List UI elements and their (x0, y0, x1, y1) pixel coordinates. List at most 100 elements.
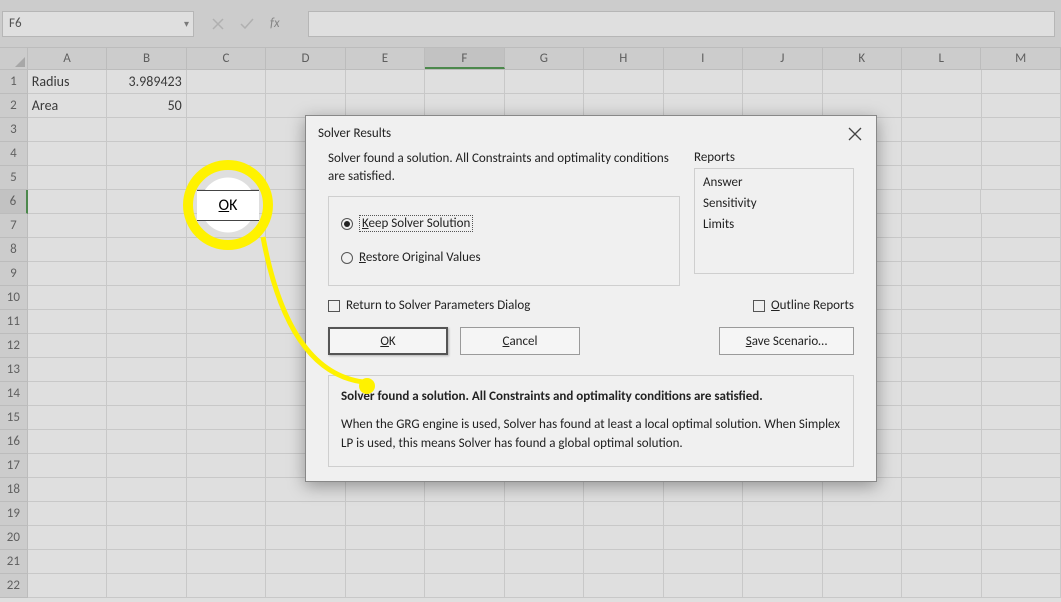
reports-list[interactable]: Answer Sensitivity Limits (694, 168, 854, 274)
cell-A21[interactable] (28, 550, 107, 574)
row-header-9[interactable]: 9 (0, 262, 28, 286)
row-header-18[interactable]: 18 (0, 478, 28, 502)
cell-M15[interactable] (982, 406, 1061, 430)
dialog-titlebar[interactable]: Solver Results (306, 116, 876, 150)
row-header-20[interactable]: 20 (0, 526, 28, 550)
row-header-5[interactable]: 5 (0, 166, 28, 190)
close-button[interactable] (842, 121, 868, 147)
report-sensitivity[interactable]: Sensitivity (703, 194, 845, 215)
cell-L10[interactable] (902, 286, 981, 310)
cell-C11[interactable] (187, 310, 266, 334)
row-header-13[interactable]: 13 (0, 358, 28, 382)
cell-F20[interactable] (425, 526, 504, 550)
cell-C3[interactable] (187, 118, 266, 142)
outline-reports-checkbox[interactable]: Outline Reports (753, 298, 854, 313)
row-header-4[interactable]: 4 (0, 142, 28, 166)
cell-A10[interactable] (28, 286, 107, 310)
cell-J21[interactable] (743, 550, 822, 574)
cell-M7[interactable] (982, 214, 1061, 238)
row-header-21[interactable]: 21 (0, 550, 28, 574)
cell-B20[interactable] (107, 526, 186, 550)
cell-L19[interactable] (902, 502, 981, 526)
cell-I1[interactable] (664, 70, 743, 94)
col-header-J[interactable]: J (743, 48, 822, 69)
cell-L9[interactable] (902, 262, 981, 286)
cell-B14[interactable] (107, 382, 186, 406)
cell-L17[interactable] (902, 454, 981, 478)
cell-M8[interactable] (982, 238, 1061, 262)
accept-formula-icon[interactable] (240, 18, 254, 30)
cell-A14[interactable] (28, 382, 107, 406)
cell-J18[interactable] (743, 478, 822, 502)
cell-A8[interactable] (28, 238, 107, 262)
cell-D19[interactable] (266, 502, 345, 526)
col-header-L[interactable]: L (902, 48, 981, 69)
cell-A20[interactable] (28, 526, 107, 550)
cell-B7[interactable] (107, 214, 186, 238)
row-header-22[interactable]: 22 (0, 574, 28, 598)
cell-B3[interactable] (107, 118, 186, 142)
cell-L3[interactable] (902, 118, 981, 142)
row-header-10[interactable]: 10 (0, 286, 28, 310)
cell-L18[interactable] (902, 478, 981, 502)
cell-C10[interactable] (187, 286, 266, 310)
cell-M12[interactable] (982, 334, 1061, 358)
cell-F22[interactable] (425, 574, 504, 598)
row-header-15[interactable]: 15 (0, 406, 28, 430)
row-header-17[interactable]: 17 (0, 454, 28, 478)
cell-K18[interactable] (823, 478, 902, 502)
cell-B5[interactable] (107, 166, 186, 190)
cell-F1[interactable] (425, 70, 504, 94)
col-header-D[interactable]: D (266, 48, 345, 69)
cell-B18[interactable] (107, 478, 186, 502)
cell-L11[interactable] (902, 310, 981, 334)
cell-L15[interactable] (902, 406, 981, 430)
cell-M14[interactable] (982, 382, 1061, 406)
cell-M5[interactable] (982, 166, 1061, 190)
cell-L5[interactable] (902, 166, 981, 190)
cell-M16[interactable] (982, 430, 1061, 454)
row-header-1[interactable]: 1 (0, 70, 28, 94)
cell-F18[interactable] (425, 478, 504, 502)
cell-J20[interactable] (743, 526, 822, 550)
cell-H20[interactable] (584, 526, 663, 550)
col-header-C[interactable]: C (187, 48, 266, 69)
cell-B8[interactable] (107, 238, 186, 262)
cell-L2[interactable] (902, 94, 981, 118)
cell-M18[interactable] (982, 478, 1061, 502)
cell-M1[interactable] (982, 70, 1061, 94)
cell-B1[interactable]: 3.989423 (107, 70, 186, 94)
cell-B6[interactable] (107, 190, 187, 214)
row-header-12[interactable]: 12 (0, 334, 28, 358)
cell-C1[interactable] (187, 70, 266, 94)
cell-C9[interactable] (187, 262, 266, 286)
cell-H19[interactable] (584, 502, 663, 526)
col-header-F[interactable]: F (425, 48, 504, 69)
cell-B13[interactable] (107, 358, 186, 382)
cell-L12[interactable] (902, 334, 981, 358)
cell-A15[interactable] (28, 406, 107, 430)
cell-G22[interactable] (505, 574, 584, 598)
cell-A5[interactable] (28, 166, 107, 190)
cell-G21[interactable] (505, 550, 584, 574)
cell-L14[interactable] (902, 382, 981, 406)
cell-L21[interactable] (902, 550, 981, 574)
row-header-16[interactable]: 16 (0, 430, 28, 454)
cell-L16[interactable] (902, 430, 981, 454)
cell-M6[interactable] (981, 190, 1061, 214)
cell-E1[interactable] (346, 70, 425, 94)
select-all-corner[interactable] (0, 48, 28, 69)
cell-M10[interactable] (982, 286, 1061, 310)
col-header-G[interactable]: G (505, 48, 584, 69)
cell-L7[interactable] (902, 214, 981, 238)
cell-B21[interactable] (107, 550, 186, 574)
cell-E21[interactable] (346, 550, 425, 574)
cell-A12[interactable] (28, 334, 107, 358)
cell-B12[interactable] (107, 334, 186, 358)
cell-G19[interactable] (505, 502, 584, 526)
cell-A7[interactable] (28, 214, 107, 238)
cell-L6[interactable] (902, 190, 982, 214)
cell-L8[interactable] (902, 238, 981, 262)
cell-I20[interactable] (664, 526, 743, 550)
cell-B10[interactable] (107, 286, 186, 310)
